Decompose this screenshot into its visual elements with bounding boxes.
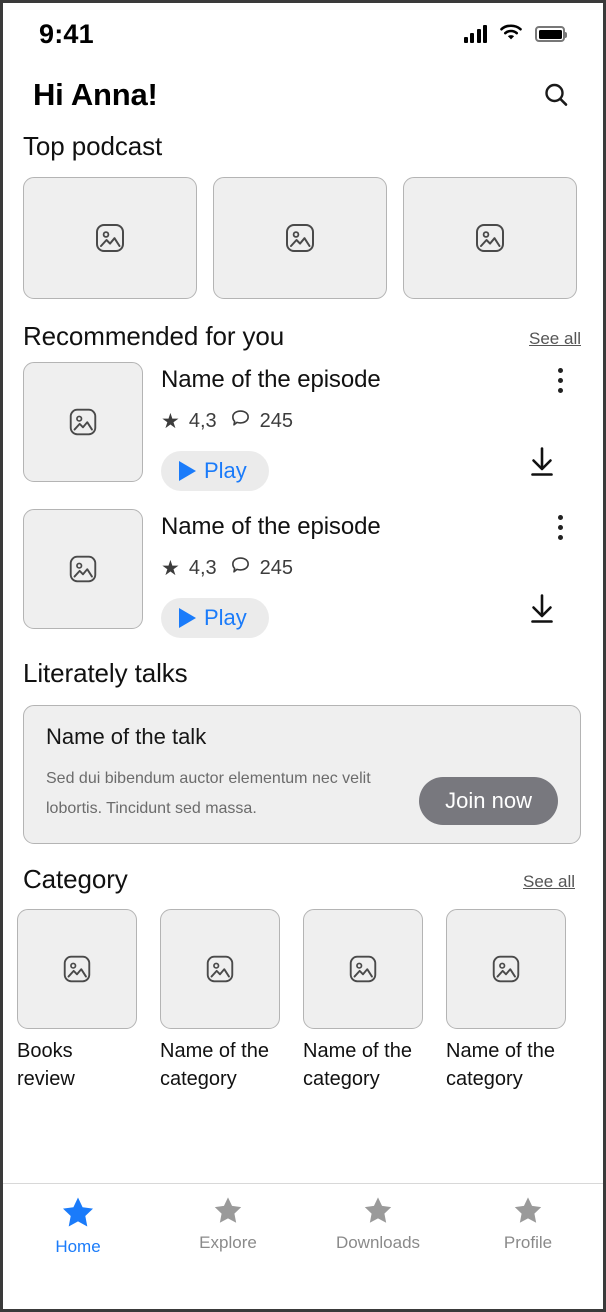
talks-header: Literately talks [3, 638, 603, 689]
app-header: Hi Anna! [3, 65, 603, 121]
play-button[interactable]: Play [161, 451, 269, 491]
category-item[interactable]: Name of the category [160, 909, 280, 1093]
section-title-category: Category [23, 864, 128, 895]
recommended-header: Recommended for you See all [3, 299, 603, 352]
play-button[interactable]: Play [161, 598, 269, 638]
tab-home[interactable]: Home [3, 1196, 153, 1309]
category-card [160, 909, 280, 1030]
see-all-category[interactable]: See all [523, 872, 575, 895]
image-placeholder-icon [206, 955, 234, 983]
image-placeholder-icon [63, 955, 91, 983]
section-title-talks: Literately talks [23, 658, 188, 688]
episode-rating: 4,3 [188, 410, 217, 432]
episode-download-button[interactable] [527, 593, 557, 630]
episode-thumbnail[interactable] [23, 362, 143, 482]
episode-thumbnail[interactable] [23, 509, 143, 629]
category-card [17, 909, 137, 1030]
star-icon [214, 1197, 242, 1223]
wifi-icon [499, 23, 523, 46]
top-podcast-card[interactable] [213, 177, 387, 299]
category-header: Category See all [3, 844, 603, 895]
category-item[interactable]: Books review [17, 909, 137, 1093]
tab-label: Downloads [335, 1233, 421, 1252]
search-icon [545, 83, 568, 106]
episode-comment-count: 245 [259, 410, 294, 432]
status-time: 9:41 [39, 18, 94, 49]
tab-downloads[interactable]: Downloads [303, 1196, 453, 1309]
talk-description: Sed dui bibendum auctor elementum nec ve… [46, 770, 371, 817]
category-label: Name of the category [446, 1040, 555, 1091]
search-button[interactable] [539, 78, 573, 112]
category-card [303, 909, 423, 1030]
episode-row: Name of the episode ★ 4,3 245 Play [3, 491, 603, 638]
tab-label: Profile [503, 1233, 553, 1252]
episode-menu-button[interactable] [549, 515, 571, 540]
section-title-recommended: Recommended for you [23, 321, 285, 351]
comment-bubble-icon [230, 555, 251, 582]
download-arrow-icon [531, 594, 553, 623]
top-podcast-card[interactable] [23, 177, 197, 299]
category-label: Name of the category [160, 1040, 269, 1091]
episode-title: Name of the episode [161, 366, 381, 393]
bottom-navigation: Home Explore Downloads Profile [3, 1183, 603, 1309]
episode-title: Name of the episode [161, 513, 381, 540]
image-placeholder-icon [349, 955, 377, 983]
play-button-label: Play [204, 605, 247, 630]
talk-title: Name of the talk [46, 724, 207, 749]
status-icons [463, 23, 567, 46]
join-now-button[interactable]: Join now [419, 777, 558, 826]
play-button-label: Play [204, 458, 247, 483]
comment-bubble-icon [230, 408, 251, 435]
section-title-top-podcast: Top podcast [23, 131, 163, 161]
star-icon [63, 1197, 93, 1227]
cellular-signal-icon [463, 25, 487, 43]
episode-download-button[interactable] [527, 446, 557, 483]
page-title: Hi Anna! [33, 77, 158, 112]
episode-meta: ★ 4,3 245 [161, 408, 583, 435]
star-icon: ★ [161, 410, 180, 433]
episode-row: Name of the episode ★ 4,3 245 Play [3, 352, 603, 491]
tab-label: Home [55, 1237, 101, 1256]
star-icon [364, 1197, 392, 1223]
category-item[interactable]: Name of the category [446, 909, 566, 1093]
image-placeholder-icon [286, 224, 314, 252]
image-placeholder-icon [492, 955, 520, 983]
battery-icon [535, 26, 567, 42]
category-list: Books review Name of the category Name o… [3, 895, 603, 1093]
star-icon [514, 1197, 542, 1223]
star-icon: ★ [161, 557, 180, 580]
top-podcast-card[interactable] [403, 177, 577, 299]
play-triangle-icon [179, 461, 196, 481]
episode-meta: ★ 4,3 245 [161, 555, 583, 582]
episode-body: Name of the episode ★ 4,3 245 Play [143, 509, 583, 638]
episode-comment-count: 245 [259, 557, 294, 579]
episode-body: Name of the episode ★ 4,3 245 Play [143, 362, 583, 491]
play-triangle-icon [179, 608, 196, 628]
image-placeholder-icon [96, 224, 124, 252]
category-label: Name of the category [303, 1040, 412, 1091]
tab-explore[interactable]: Explore [153, 1196, 303, 1309]
phone-screen: 9:41 Hi Anna! Top podcast Recommended fo… [0, 0, 606, 1312]
episode-menu-button[interactable] [549, 368, 571, 393]
status-bar: 9:41 [3, 3, 603, 65]
image-placeholder-icon [69, 555, 97, 583]
image-placeholder-icon [69, 408, 97, 436]
top-podcast-list [3, 162, 603, 299]
tab-label: Explore [199, 1233, 257, 1252]
tab-profile[interactable]: Profile [453, 1196, 603, 1309]
see-all-recommended[interactable]: See all [529, 329, 581, 352]
category-label: Books review [17, 1040, 75, 1091]
category-item[interactable]: Name of the category [303, 909, 423, 1093]
category-card [446, 909, 566, 1030]
episode-rating: 4,3 [188, 557, 217, 579]
top-podcast-header: Top podcast [3, 121, 603, 162]
download-arrow-icon [531, 447, 553, 476]
talk-card: Name of the talk Sed dui bibendum auctor… [23, 705, 581, 845]
image-placeholder-icon [476, 224, 504, 252]
